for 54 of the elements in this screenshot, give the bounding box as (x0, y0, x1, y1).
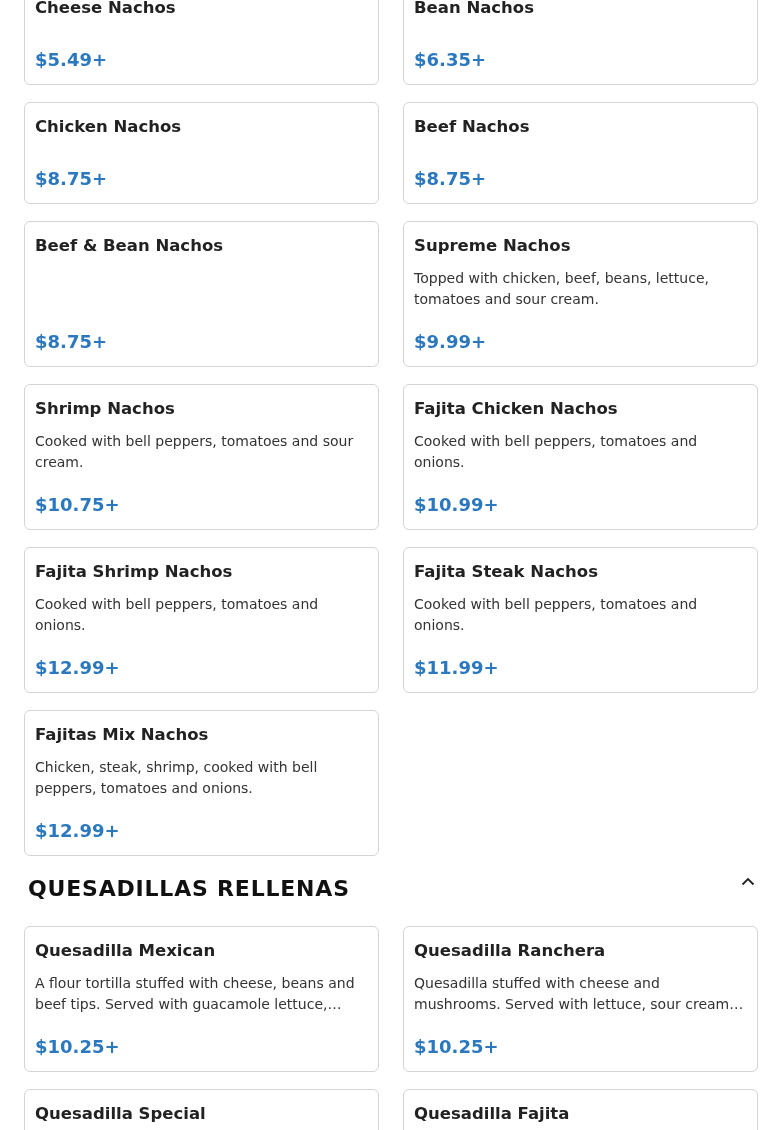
menu-item-card[interactable]: Beef & Bean Nachos $8.75+ (24, 221, 379, 367)
menu-item-card[interactable]: Quesadilla Ranchera Quesadilla stuffed with cheese and mushrooms. Served with lettuce, sour cream… $10.25+ (403, 926, 758, 1072)
menu-item-card[interactable]: Quesadilla Special (24, 1089, 379, 1130)
menu-item-card[interactable]: Fajita Steak Nachos Cooked with bell peppers, tomatoes and onions. $11.99+ (403, 547, 758, 693)
menu-item-card[interactable]: Quesadilla Mexican A flour tortilla stuffed with cheese, beans and beef tips. Served with guacamole lettuce,… $10.25+ (24, 926, 379, 1072)
item-description: Cooked with bell peppers, tomatoes and sour cream. (35, 432, 355, 472)
item-name: Supreme Nachos (414, 235, 572, 257)
item-name: Chicken Nachos (35, 116, 183, 138)
item-price: $6.35+ (414, 48, 488, 72)
item-description: A flour tortilla stuffed with cheese, beans and beef tips. Served with guacamole lettuce,… (35, 974, 356, 1014)
item-description: Cooked with bell peppers, tomatoes and onions. (414, 432, 699, 472)
item-description: Cooked with bell peppers, tomatoes and onions. (35, 595, 320, 635)
item-name: Quesadilla Mexican (35, 940, 217, 962)
item-name: Fajita Steak Nachos (414, 561, 599, 583)
item-price: $10.25+ (35, 1035, 121, 1059)
section-header[interactable]: QUESADILLAS RELLENAS (24, 868, 757, 908)
menu-item-card[interactable]: Fajitas Mix Nachos Chicken, steak, shrimp, cooked with bell peppers, tomatoes and onions. $12.99+ (24, 710, 379, 856)
item-price: $8.75+ (35, 330, 109, 354)
item-name: Shrimp Nachos (35, 398, 176, 420)
menu-item-card[interactable]: Chicken Nachos $8.75+ (24, 102, 379, 204)
item-name: Fajita Chicken Nachos (414, 398, 619, 420)
item-price: $5.49+ (35, 48, 109, 72)
item-price: $8.75+ (35, 167, 109, 191)
item-price: $9.99+ (414, 330, 488, 354)
item-price: $12.99+ (35, 656, 121, 680)
menu-item-card[interactable]: Shrimp Nachos Cooked with bell peppers, tomatoes and sour cream. $10.75+ (24, 384, 379, 530)
item-name: Bean Nachos (414, 0, 536, 19)
menu-item-card[interactable]: Fajita Shrimp Nachos Cooked with bell peppers, tomatoes and onions. $12.99+ (24, 547, 379, 693)
item-price: $8.75+ (414, 167, 488, 191)
menu-item-card[interactable]: Cheese Nachos $5.49+ (24, 0, 379, 85)
item-price: $10.75+ (35, 493, 121, 517)
item-price: $10.99+ (414, 493, 500, 517)
item-price: $12.99+ (35, 819, 121, 843)
menu-item-card[interactable]: Supreme Nachos Topped with chicken, beef, beans, lettuce, tomatoes and sour cream. $9.99+ (403, 221, 758, 367)
item-name: Cheese Nachos (35, 0, 177, 19)
menu-item-card[interactable]: Bean Nachos $6.35+ (403, 0, 758, 85)
item-description: Chicken, steak, shrimp, cooked with bell peppers, tomatoes and onions. (35, 758, 319, 798)
item-price: $10.25+ (414, 1035, 500, 1059)
item-name: Quesadilla Special (35, 1103, 207, 1125)
item-description: Cooked with bell peppers, tomatoes and onions. (414, 595, 699, 635)
item-name: Beef Nachos (414, 116, 531, 138)
chevron-icon[interactable] (741, 876, 755, 886)
item-name: Beef & Bean Nachos (35, 235, 225, 257)
item-description: Topped with chicken, beef, beans, lettuce, tomatoes and sour cream. (414, 269, 710, 309)
item-description: Quesadilla stuffed with cheese and mushrooms. Served with lettuce, sour cream… (414, 974, 745, 1014)
menu-item-card[interactable]: Fajita Chicken Nachos Cooked with bell peppers, tomatoes and onions. $10.99+ (403, 384, 758, 530)
menu-item-card[interactable]: Beef Nachos $8.75+ (403, 102, 758, 204)
section-title: QUESADILLAS RELLENAS (28, 875, 350, 901)
item-name: Fajitas Mix Nachos (35, 724, 210, 746)
item-name: Quesadilla Fajita (414, 1103, 571, 1125)
item-price: $11.99+ (414, 656, 500, 680)
item-name: Fajita Shrimp Nachos (35, 561, 234, 583)
menu-item-card[interactable]: Quesadilla Fajita (403, 1089, 758, 1130)
item-name: Quesadilla Ranchera (414, 940, 607, 962)
